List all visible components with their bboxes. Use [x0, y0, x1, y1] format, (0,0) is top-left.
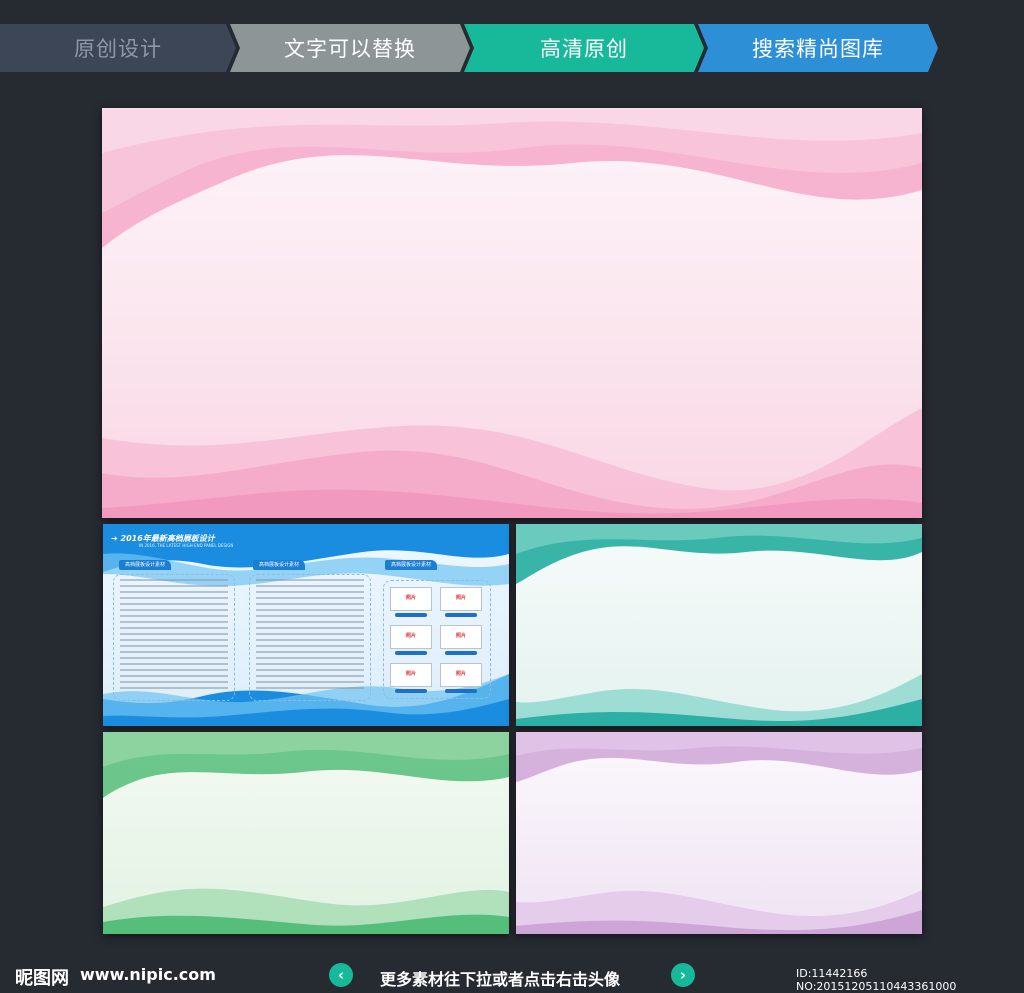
- photo-placeholder: 照片: [390, 587, 432, 617]
- image-id-text: ID:11442166 NO:20151205110443361000: [796, 967, 957, 993]
- photo-placeholder: 照片: [390, 663, 432, 693]
- prev-arrow-icon[interactable]: ‹: [329, 963, 353, 987]
- photo-label: 照片: [405, 633, 416, 639]
- next-arrow-icon[interactable]: ›: [671, 963, 695, 987]
- photo-label: 照片: [455, 671, 466, 677]
- more-materials-text: 更多素材往下拉或者点击右击头像: [380, 970, 621, 989]
- section-tag: 高档展板设计素材: [119, 560, 172, 570]
- photo-label: 照片: [405, 595, 416, 601]
- site-logo[interactable]: 昵图网: [15, 964, 69, 990]
- text-column: [113, 574, 235, 701]
- purple-panel-preview: [516, 732, 922, 934]
- tab-label: 文字可以替换: [284, 37, 416, 61]
- photo-placeholder: 照片: [440, 663, 482, 693]
- photo-placeholder: 照片: [440, 587, 482, 617]
- tab-bar: 原创设计 文字可以替换 高清原创 搜索精尚图库: [0, 24, 940, 74]
- green-panel-preview: [103, 732, 509, 934]
- blue-panel-preview: ➔ 2016年最新高档展板设计 IN 2016, THE LATEST HIGH…: [103, 524, 509, 726]
- photo-placeholder: 照片: [440, 625, 482, 655]
- tab-text-replaceable[interactable]: 文字可以替换: [230, 24, 470, 72]
- photo-label: 照片: [455, 633, 466, 639]
- photo-placeholder: 照片: [390, 625, 432, 655]
- photo-label: 照片: [405, 671, 416, 677]
- blue-panel-subtitle: IN 2016, THE LATEST HIGH-END PANEL DESIG…: [139, 543, 234, 548]
- tab-label: 搜索精尚图库: [752, 37, 884, 61]
- tab-label: 高清原创: [540, 37, 628, 61]
- tab-search-library[interactable]: 搜索精尚图库: [698, 24, 938, 72]
- tab-hd-original[interactable]: 高清原创: [464, 24, 704, 72]
- photo-label: 照片: [455, 595, 466, 601]
- photo-grid: 照片 照片 照片 照片 照片 照片: [383, 580, 491, 699]
- footer-bar: 昵图网 www.nipic.com ‹ 更多素材往下拉或者点击右击头像 › ID…: [0, 950, 1024, 993]
- tab-original-design[interactable]: 原创设计: [0, 24, 236, 72]
- section-tag: 高档展板设计素材: [253, 560, 306, 570]
- site-url[interactable]: www.nipic.com: [80, 965, 216, 984]
- tab-label: 原创设计: [74, 37, 162, 61]
- main-pink-background-preview: [102, 108, 922, 518]
- section-tag: 高档展板设计素材: [385, 560, 438, 570]
- text-column: [249, 574, 371, 701]
- teal-panel-preview: [516, 524, 922, 726]
